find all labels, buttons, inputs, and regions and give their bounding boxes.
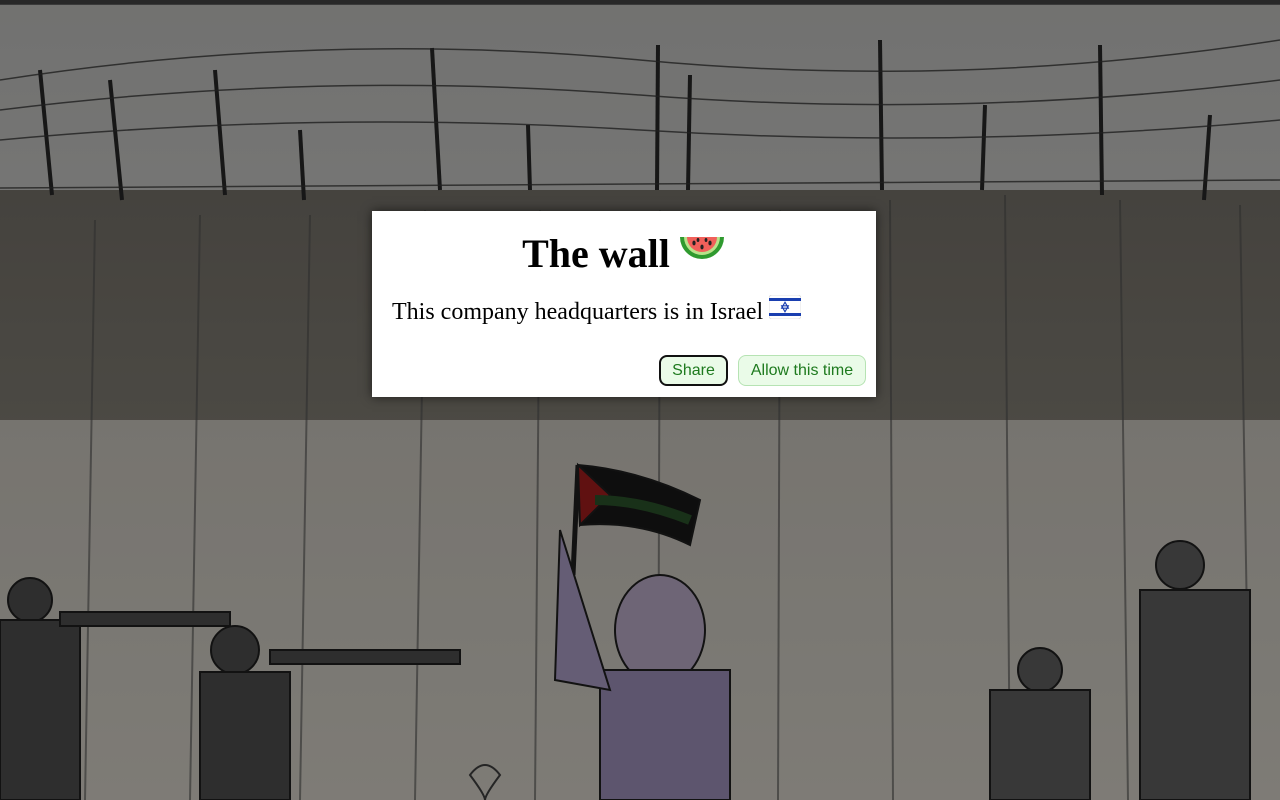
- dialog-message-text: This company headquarters is in Israel: [392, 299, 764, 325]
- allow-this-time-button[interactable]: Allow this time: [738, 355, 866, 386]
- watermelon-icon: [678, 229, 726, 279]
- dialog-message: This company headquarters is in Israel: [392, 295, 802, 329]
- dialog-title: The wall: [372, 231, 876, 283]
- modal-backdrop: [0, 0, 1280, 800]
- israel-flag-icon: [768, 295, 802, 327]
- dialog-title-text: The wall: [522, 231, 670, 276]
- share-button[interactable]: Share: [659, 355, 728, 386]
- dialog: The wall This company headquarters is in…: [372, 211, 876, 397]
